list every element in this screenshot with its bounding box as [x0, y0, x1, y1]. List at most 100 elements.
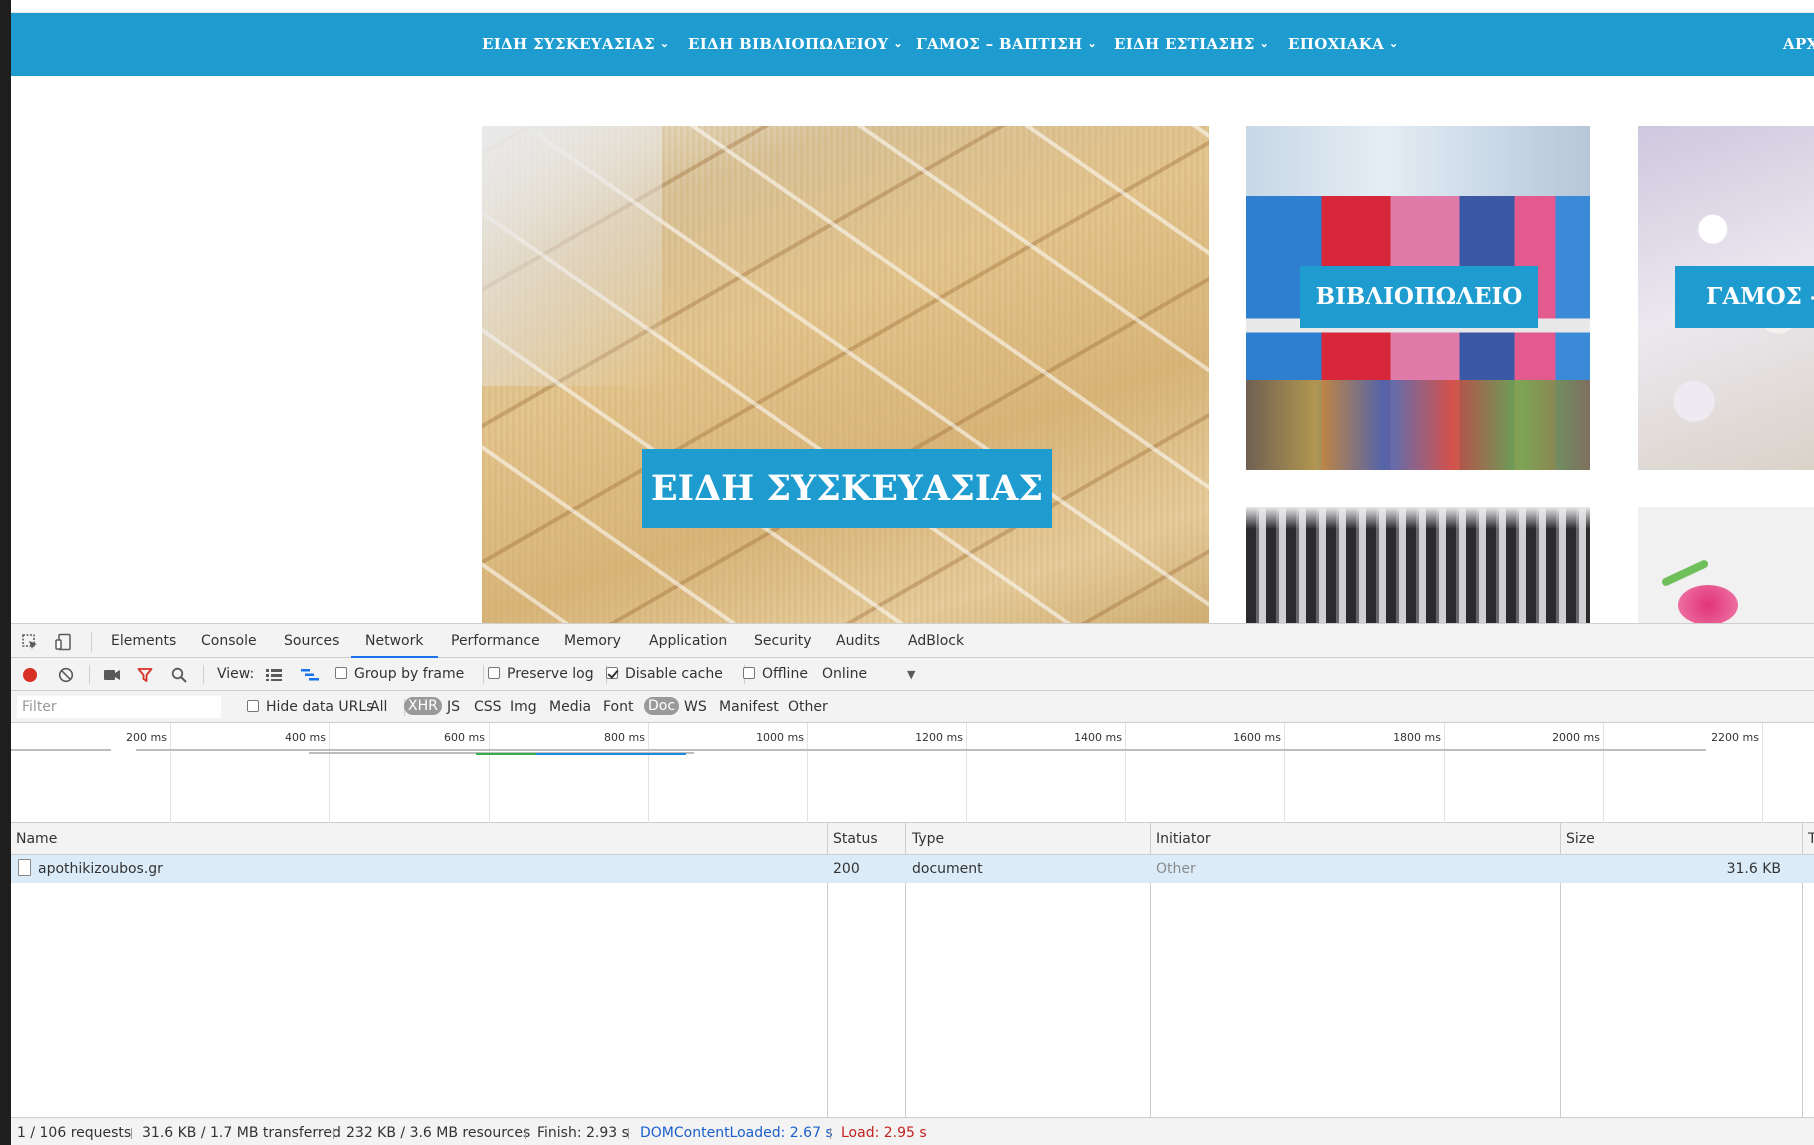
- tick-label: 2200 ms: [1711, 731, 1759, 744]
- checkbox[interactable]: [335, 667, 347, 679]
- capture-screenshots-icon[interactable]: [103, 668, 121, 682]
- tab-security[interactable]: Security: [754, 633, 812, 649]
- clear-icon[interactable]: [58, 667, 74, 683]
- photo-backpacks: [1246, 126, 1590, 196]
- tab-application[interactable]: Application: [649, 633, 727, 649]
- filter-type-css[interactable]: CSS: [474, 699, 502, 715]
- search-icon[interactable]: [171, 667, 187, 683]
- filter-type-doc[interactable]: Doc: [644, 697, 680, 715]
- request-name: apothikizoubos.gr: [38, 861, 163, 877]
- status-divider: [628, 1128, 629, 1139]
- nav-item-wedding[interactable]: ΓΑΜΟΣ – ΒΑΠΤΙΣΗ ⌄: [916, 35, 1097, 53]
- timeline-bar: [136, 749, 1706, 751]
- tab-network[interactable]: Network: [365, 633, 423, 649]
- preserve-log-toggle[interactable]: Preserve log: [488, 666, 594, 682]
- category-tile-seasonal[interactable]: [1638, 507, 1814, 623]
- checkbox-checked[interactable]: [606, 667, 618, 679]
- nav-item-dining[interactable]: ΕΙΔΗ ΕΣΤΙΑΣΗΣ ⌄: [1114, 35, 1269, 53]
- category-tile-straws[interactable]: [1246, 507, 1590, 623]
- tab-audits[interactable]: Audits: [836, 633, 880, 649]
- filter-type-manifest[interactable]: Manifest: [719, 699, 779, 715]
- nav-item-home[interactable]: ΑΡΧ: [1783, 35, 1814, 53]
- checkbox[interactable]: [247, 700, 259, 712]
- filter-input[interactable]: [17, 696, 221, 718]
- filter-type-all[interactable]: All: [370, 699, 387, 715]
- column-header-status[interactable]: Status: [833, 831, 878, 847]
- large-rows-icon[interactable]: [265, 668, 283, 682]
- filter-type-other[interactable]: Other: [788, 699, 828, 715]
- category-tile-bookstore[interactable]: ΒΙΒΛΙΟΠΩΛΕΙΟ: [1246, 126, 1590, 470]
- filter-icon[interactable]: [137, 667, 153, 683]
- chevron-down-icon: ⌄: [1389, 37, 1399, 50]
- requests-table-header: Name Status Type Initiator Size T: [11, 823, 1814, 855]
- waterfall-overview-icon[interactable]: [300, 668, 320, 682]
- checkbox-label: Preserve log: [507, 666, 594, 682]
- nav-item-seasonal[interactable]: ΕΠΟΧΙΑΚΑ ⌄: [1288, 35, 1399, 53]
- toolbar-divider: [91, 632, 92, 652]
- devtools-tab-bar: Elements Console Sources Network Perform…: [11, 623, 1814, 659]
- category-tile-packaging[interactable]: ΕΙΔΗ ΣΥΣΚΕΥΑΣΙΑΣ: [482, 126, 1209, 623]
- network-overview-timeline[interactable]: 200 ms 400 ms 600 ms 800 ms 1000 ms 1200…: [11, 723, 1814, 823]
- column-header-size[interactable]: Size: [1566, 831, 1595, 847]
- website-viewport: ΕΙΔΗ ΣΥΣΚΕΥΑΣΙΑΣ ⌄ ΕΙΔΗ ΒΙΒΛΙΟΠΩΛΕΙΟΥ ⌄ ΓΑ…: [11, 0, 1814, 623]
- nav-item-bookstore[interactable]: ΕΙΔΗ ΒΙΒΛΙΟΠΩΛΕΙΟΥ ⌄: [688, 35, 903, 53]
- tick-label: 1200 ms: [915, 731, 963, 744]
- table-row[interactable]: apothikizoubos.gr 200 document Other 31.…: [11, 855, 1814, 883]
- photo-straws: [1246, 507, 1590, 529]
- tab-console[interactable]: Console: [201, 633, 257, 649]
- filter-type-font[interactable]: Font: [603, 699, 633, 715]
- status-divider: [131, 1128, 132, 1139]
- checkbox[interactable]: [743, 667, 755, 679]
- filter-bar: Hide data URLs All XHR JS CSS Img Media …: [11, 691, 1814, 723]
- chevron-down-icon: ⌄: [1087, 37, 1097, 50]
- checkbox-label: Disable cache: [625, 666, 723, 682]
- tick-gridline: [966, 723, 967, 823]
- hide-data-urls-toggle[interactable]: Hide data URLs: [247, 699, 373, 715]
- tab-sources[interactable]: Sources: [284, 633, 339, 649]
- tick-label: 1000 ms: [756, 731, 804, 744]
- site-top-bar: [11, 0, 1814, 13]
- request-name-cell[interactable]: apothikizoubos.gr: [18, 859, 163, 877]
- offline-toggle[interactable]: Offline: [743, 666, 808, 682]
- disable-cache-toggle[interactable]: Disable cache: [606, 666, 723, 682]
- request-type: document: [912, 861, 983, 877]
- tile-label: ΓΑΜΟΣ - Β: [1675, 266, 1814, 328]
- photo-flower-leaf: [1660, 558, 1710, 588]
- device-toolbar-icon[interactable]: [55, 633, 73, 651]
- filter-type-img[interactable]: Img: [510, 699, 537, 715]
- tab-memory[interactable]: Memory: [564, 633, 621, 649]
- group-by-frame-toggle[interactable]: Group by frame: [335, 666, 464, 682]
- checkbox[interactable]: [488, 667, 500, 679]
- tab-performance[interactable]: Performance: [451, 633, 540, 649]
- filter-type-ws[interactable]: WS: [684, 699, 707, 715]
- inspect-element-icon[interactable]: [21, 633, 39, 651]
- tab-elements[interactable]: Elements: [111, 633, 176, 649]
- filter-type-media[interactable]: Media: [549, 699, 591, 715]
- filter-type-xhr[interactable]: XHR: [404, 697, 442, 715]
- photo-shelf: [1246, 380, 1590, 470]
- column-header-type[interactable]: Type: [912, 831, 944, 847]
- nav-label: ΕΠΟΧΙΑΚΑ: [1288, 35, 1385, 53]
- filter-type-js[interactable]: JS: [447, 699, 460, 715]
- timeline-bar: [11, 749, 111, 751]
- tab-adblock[interactable]: AdBlock: [908, 633, 964, 649]
- record-icon[interactable]: [22, 667, 38, 683]
- nav-label: ΓΑΜΟΣ – ΒΑΠΤΙΣΗ: [916, 35, 1083, 53]
- request-status: 200: [833, 861, 860, 877]
- column-header-time[interactable]: T: [1808, 831, 1814, 847]
- requests-count: 1 / 106 requests: [17, 1125, 132, 1141]
- tick-gridline: [1603, 723, 1604, 823]
- category-tile-wedding[interactable]: ΓΑΜΟΣ - Β: [1638, 126, 1814, 470]
- chevron-down-icon: ⌄: [1259, 37, 1270, 50]
- nav-label: ΑΡΧ: [1783, 35, 1814, 53]
- dropdown-arrow-icon[interactable]: ▼: [907, 668, 915, 681]
- document-icon: [18, 859, 31, 876]
- nav-item-packaging[interactable]: ΕΙΔΗ ΣΥΣΚΕΥΑΣΙΑΣ ⌄: [482, 35, 669, 53]
- throttling-select[interactable]: Online: [822, 666, 867, 682]
- throttling-value: Online: [822, 666, 868, 682]
- status-divider: [830, 1128, 831, 1139]
- column-header-initiator[interactable]: Initiator: [1156, 831, 1211, 847]
- column-header-name[interactable]: Name: [16, 831, 57, 847]
- chevron-down-icon: ⌄: [659, 37, 670, 50]
- toolbar-divider: [203, 665, 204, 684]
